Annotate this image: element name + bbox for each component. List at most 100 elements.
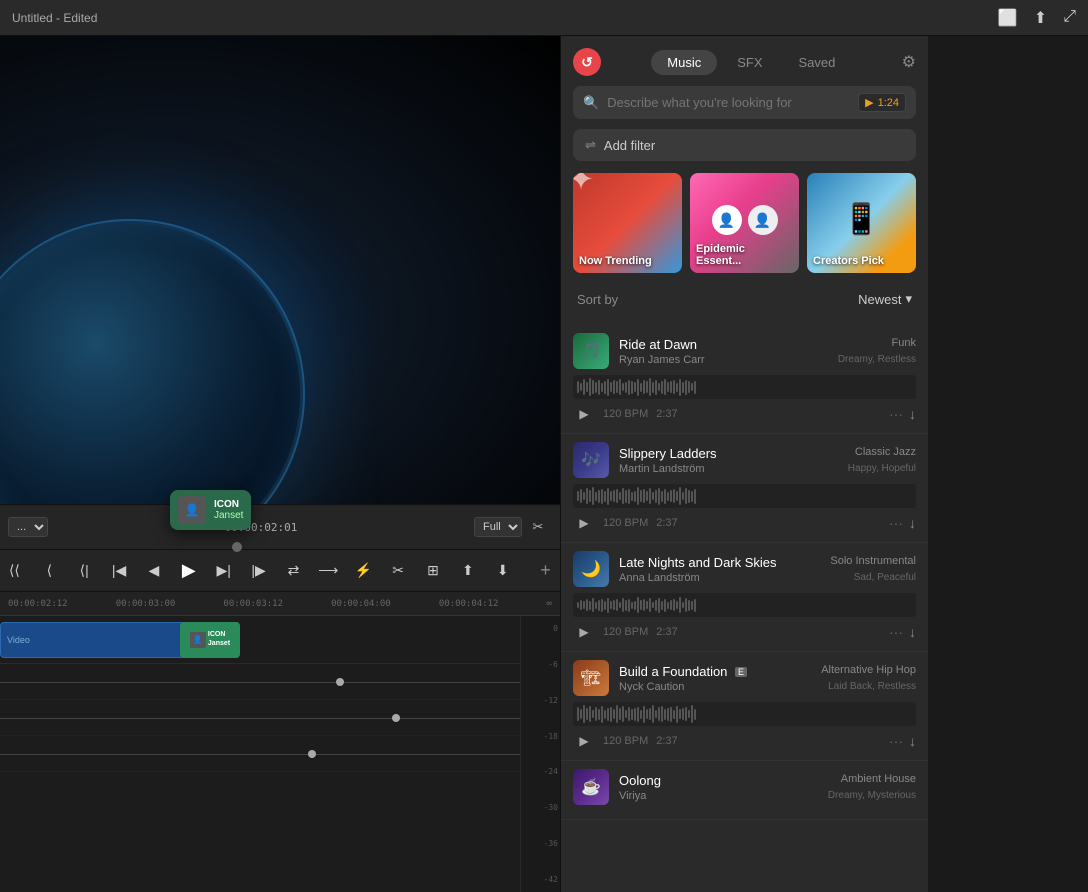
tab-music[interactable]: Music	[651, 50, 717, 75]
next-clip-button[interactable]: |▶	[244, 555, 273, 587]
prev-frame-button[interactable]: ⟨	[35, 555, 64, 587]
vol-label-12: -12	[523, 696, 558, 705]
wbar	[685, 707, 687, 721]
app-title: Untitled - Edited	[12, 11, 97, 25]
vol-handle-3[interactable]	[308, 750, 316, 758]
icon-avatar: 👤	[190, 632, 206, 648]
wbar	[598, 380, 600, 395]
reverse-play-button[interactable]: ◀	[140, 555, 169, 587]
wbar	[583, 705, 585, 723]
play-button[interactable]: ▶	[174, 555, 203, 587]
sort-dropdown[interactable]: Newest ▾	[858, 291, 912, 307]
wbar	[694, 709, 696, 720]
music-tabs: Music SFX Saved	[601, 50, 902, 75]
zoom-select[interactable]: Full	[474, 517, 522, 537]
search-input[interactable]	[607, 95, 850, 110]
search-time: 1:24	[878, 97, 899, 109]
track-download-2-icon[interactable]: ↓	[909, 515, 916, 531]
play-track-3-button[interactable]: ▶	[573, 621, 595, 643]
play-track-1-button[interactable]: ▶	[573, 403, 595, 425]
view-select[interactable]: ...	[8, 517, 48, 537]
wbar	[673, 380, 675, 394]
track-download-3-icon[interactable]: ↓	[909, 624, 916, 640]
loop-button[interactable]: ⇄	[279, 555, 308, 587]
tab-saved[interactable]: Saved	[783, 50, 852, 75]
snap-tool-icon[interactable]: ✂	[524, 513, 552, 541]
filter-row[interactable]: ⇌ Add filter	[573, 129, 916, 161]
step-back-button[interactable]: ⟨|	[70, 555, 99, 587]
track-genre-2: Classic Jazz	[855, 446, 916, 458]
wbar	[598, 709, 600, 720]
track-download-4-icon[interactable]: ↓	[909, 733, 916, 749]
vol-handle-1[interactable]	[336, 678, 344, 686]
merge-button[interactable]: ⊞	[419, 555, 448, 587]
icon-clip[interactable]: 👤 ICON Janset	[180, 622, 240, 658]
waveform-2	[573, 484, 916, 508]
wbar	[682, 708, 684, 720]
wbar	[628, 489, 630, 504]
extract-button[interactable]: ⬇	[488, 555, 517, 587]
track-more-3-icon[interactable]: ···	[889, 624, 903, 640]
add-button[interactable]: +	[531, 555, 560, 587]
wbar	[622, 706, 624, 722]
track-top-row-4: 🏗 Build a Foundation E Alternative Hip H…	[573, 660, 916, 696]
waveform-bars-4	[573, 702, 916, 726]
wbar	[595, 382, 597, 393]
sort-label: Sort by	[577, 292, 618, 307]
track-more-2-icon[interactable]: ···	[889, 515, 903, 531]
track-title-1: Ride at Dawn	[619, 337, 697, 352]
wbar	[583, 492, 585, 500]
wbar	[694, 489, 696, 504]
track-thumb-3: 🌙	[573, 551, 609, 587]
track-download-1-icon[interactable]: ↓	[909, 406, 916, 422]
left-panel: ... 00:00:02:01 Full ✂ ⟨⟨ ⟨ ⟨| |◀ ◀	[0, 36, 560, 892]
snap-button[interactable]: ⚡	[349, 555, 378, 587]
track-more-4-icon[interactable]: ···	[889, 733, 903, 749]
explicit-badge-4: E	[735, 667, 747, 677]
wbar	[616, 381, 618, 393]
vol-handle-2[interactable]	[392, 714, 400, 722]
search-icon: 🔍	[583, 95, 599, 111]
card-epidemic[interactable]: 👤 👤 Epidemic Essent...	[690, 173, 799, 273]
card-creators[interactable]: 📱 Creators Pick	[807, 173, 916, 273]
step-forward-button[interactable]: ▶|	[209, 555, 238, 587]
wbar	[595, 492, 597, 501]
wbar	[670, 381, 672, 393]
wbar	[604, 491, 606, 502]
track-actions-2: ··· ↓	[889, 515, 916, 531]
ripple-button[interactable]: ⟶	[314, 555, 343, 587]
track-more-1-icon[interactable]: ···	[889, 406, 903, 422]
cut-button[interactable]: ✂	[384, 555, 413, 587]
wbar	[631, 381, 633, 394]
wbar	[670, 707, 672, 722]
track-artist-3: Anna Landström	[619, 572, 700, 584]
track-tags-1: Dreamy, Restless	[838, 354, 916, 366]
wbar	[649, 708, 651, 720]
wbar	[670, 490, 672, 502]
card-now-trending[interactable]: ✦ Now Trending	[573, 173, 682, 273]
timeline-area: ... 00:00:02:01 Full ✂ ⟨⟨ ⟨ ⟨| |◀ ◀	[0, 504, 560, 892]
export-icon[interactable]: ⬆	[1034, 8, 1047, 28]
track-info-4: Build a Foundation E Alternative Hip Hop…	[619, 664, 916, 693]
track-duration-1: 2:37	[656, 408, 677, 420]
wbar	[676, 706, 678, 723]
play-track-4-button[interactable]: ▶	[573, 730, 595, 752]
creators-art: 📱	[843, 202, 880, 237]
fullscreen-icon[interactable]: ⤢	[1063, 8, 1076, 28]
ruler-marks: 00:00:02:12 00:00:03:00 00:00:03:12 00:0…	[4, 599, 556, 609]
wbar	[640, 600, 642, 610]
wbar	[637, 487, 639, 505]
window-icon[interactable]: ⬜	[998, 8, 1018, 28]
category-cards: ✦ Now Trending 👤 👤 Epidemic Essent...	[573, 173, 916, 273]
to-start-button[interactable]: ⟨⟨	[0, 555, 29, 587]
filter-label: Add filter	[604, 138, 655, 153]
back-clip-button[interactable]: |◀	[105, 555, 134, 587]
tab-sfx[interactable]: SFX	[721, 50, 778, 75]
track-artist-4: Nyck Caution	[619, 681, 684, 693]
wbar	[625, 382, 627, 393]
search-bar[interactable]: 🔍 ▶ 1:24	[573, 86, 916, 119]
wbar	[691, 491, 693, 502]
settings-icon[interactable]: ⚙	[902, 52, 916, 72]
lift-button[interactable]: ⬆	[453, 555, 482, 587]
play-track-2-button[interactable]: ▶	[573, 512, 595, 534]
